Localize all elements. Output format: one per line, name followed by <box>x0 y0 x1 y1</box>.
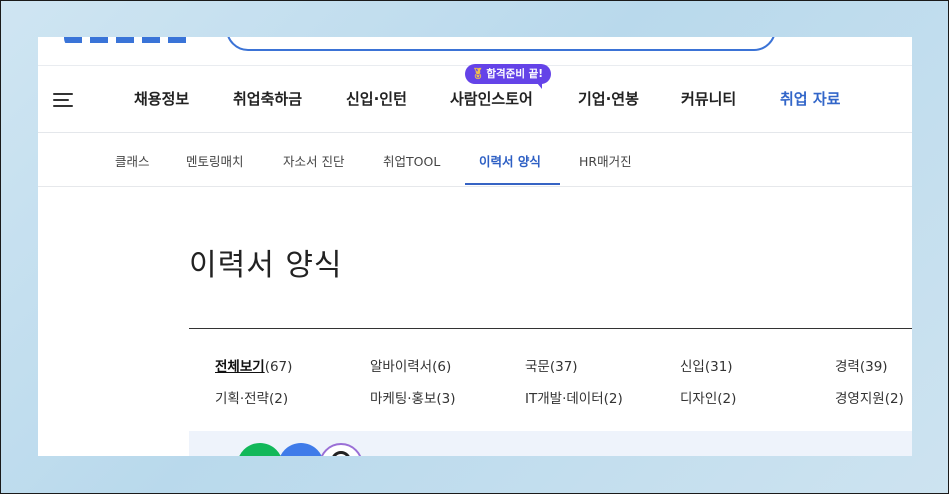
tab-class[interactable]: 클래스 <box>115 151 150 170</box>
filter-it[interactable]: IT개발·데이터(2) <box>525 387 623 407</box>
sub-nav: 클래스 멘토링매치 자소서 진단 취업TOOL 이력서 양식 HR매거진 <box>38 132 912 187</box>
user-icon <box>331 451 351 456</box>
page-card: 채용정보 취업축하금 신입·인턴 🏅︎ 합격준비 끝! 사람인스토어 기업·연봉 … <box>38 37 912 456</box>
filter-management[interactable]: 경영지원(2) <box>835 387 904 407</box>
tab-essay-check[interactable]: 자소서 진단 <box>283 151 344 170</box>
active-tab-indicator <box>465 183 560 185</box>
template-thumbnail[interactable] <box>237 443 283 456</box>
tab-mentoring[interactable]: 멘토링매치 <box>186 151 244 170</box>
tab-hr-magazine[interactable]: HR매거진 <box>579 151 632 170</box>
nav-item-intern[interactable]: 신입·인턴 <box>346 88 407 109</box>
template-thumbnail[interactable] <box>278 443 324 456</box>
search-input[interactable] <box>226 37 776 51</box>
filter-design[interactable]: 디자인(2) <box>680 387 736 407</box>
filter-marketing[interactable]: 마케팅·홍보(3) <box>370 387 456 407</box>
page-title: 이력서 양식 <box>189 248 343 283</box>
site-logo[interactable] <box>64 37 204 43</box>
nav-item-store[interactable]: 사람인스토어 <box>450 88 533 109</box>
tab-tools[interactable]: 취업TOOL <box>383 151 440 170</box>
template-list <box>189 431 912 456</box>
tab-resume-templates[interactable]: 이력서 양식 <box>479 151 541 170</box>
global-nav: 채용정보 취업축하금 신입·인턴 🏅︎ 합격준비 끝! 사람인스토어 기업·연봉 … <box>38 64 912 133</box>
medal-icon: 🏅︎ <box>471 68 485 80</box>
template-thumbnail[interactable] <box>319 443 363 456</box>
filter-korean[interactable]: 국문(37) <box>525 355 578 375</box>
filter-newcomer[interactable]: 신입(31) <box>680 355 733 375</box>
filter-parttime[interactable]: 알바이력서(6) <box>370 355 451 375</box>
nav-item-resources[interactable]: 취업 자료 <box>780 88 840 109</box>
filter-planning[interactable]: 기획·전략(2) <box>215 387 288 407</box>
menu-icon[interactable] <box>53 93 73 107</box>
nav-item-company[interactable]: 기업·연봉 <box>578 88 639 109</box>
category-filter: 전체보기(67) 알바이력서(6) 국문(37) 신입(31) 경력(39) 기… <box>189 328 912 439</box>
nav-item-jobs[interactable]: 채용정보 <box>134 88 189 109</box>
promo-badge: 🏅︎ 합격준비 끝! <box>465 64 552 89</box>
nav-item-community[interactable]: 커뮤니티 <box>681 88 736 109</box>
filter-all[interactable]: 전체보기(67) <box>215 355 292 375</box>
filter-experienced[interactable]: 경력(39) <box>835 355 888 375</box>
nav-item-bonus[interactable]: 취업축하금 <box>233 88 302 109</box>
